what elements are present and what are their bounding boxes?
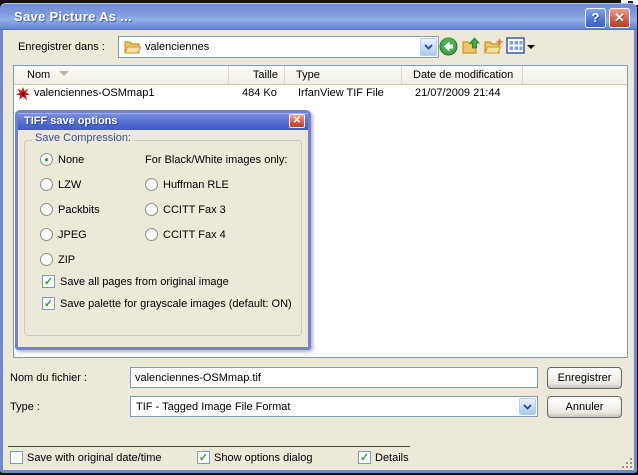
filename-label: Nom du fichier : xyxy=(10,372,87,384)
screen: Save Picture As ... ? ✕ Enregistrer dans… xyxy=(0,0,638,475)
tiff-options-dialog: TIFF save options ✕ Save Compression: ● … xyxy=(15,110,311,350)
new-folder-button[interactable] xyxy=(484,37,504,57)
view-menu-arrow-icon[interactable] xyxy=(527,45,535,49)
radio-lzw-label: LZW xyxy=(58,179,81,191)
radio-ccitt-fax3[interactable] xyxy=(145,203,158,216)
file-list-header: Nom Taille Type Date de modification xyxy=(14,66,627,85)
checkbox-details-label: Details xyxy=(375,452,409,464)
chevron-down-icon xyxy=(424,44,433,50)
filename-input[interactable] xyxy=(130,367,538,388)
file-type-cell: IrfanView TIF File xyxy=(285,85,402,103)
chevron-down-icon xyxy=(523,404,532,410)
table-row[interactable]: valenciennes-OSMmap1 484 Ko IrfanView TI… xyxy=(14,85,627,103)
cancel-button[interactable]: Annuler xyxy=(547,396,622,418)
footer-divider xyxy=(8,446,410,447)
radio-packbits-label: Packbits xyxy=(58,204,100,216)
save-button[interactable]: Enregistrer xyxy=(547,367,622,389)
save-in-value: valenciennes xyxy=(145,41,209,53)
back-button[interactable] xyxy=(439,37,459,57)
file-modified-cell: 21/07/2009 21:44 xyxy=(402,85,523,103)
help-button[interactable]: ? xyxy=(585,8,606,28)
titlebar[interactable]: Save Picture As ... ? ✕ xyxy=(0,3,637,30)
view-menu-button[interactable] xyxy=(506,37,526,57)
radio-ccitt-fax4[interactable] xyxy=(145,228,158,241)
checkbox-save-all-pages-label: Save all pages from original image xyxy=(60,276,229,288)
column-header-name[interactable]: Nom xyxy=(14,66,229,84)
up-one-level-button[interactable] xyxy=(462,37,482,57)
checkbox-show-options-dialog[interactable]: ✓ xyxy=(197,451,210,464)
resize-grip-icon xyxy=(620,456,634,470)
radio-none-label: None xyxy=(58,154,84,166)
save-picture-window: Save Picture As ... ? ✕ Enregistrer dans… xyxy=(0,4,637,473)
checkbox-show-options-dialog-label: Show options dialog xyxy=(214,452,312,464)
radio-none[interactable]: ● xyxy=(40,153,53,166)
bw-images-note: For Black/White images only: xyxy=(145,154,287,166)
column-header-type[interactable]: Type xyxy=(285,66,402,84)
radio-huffman-rle-label: Huffman RLE xyxy=(163,179,229,191)
save-in-combobox[interactable]: valenciennes xyxy=(118,36,439,58)
radio-jpeg-label: JPEG xyxy=(58,229,87,241)
checkbox-save-all-pages[interactable]: ✓ xyxy=(42,275,55,288)
window-title: Save Picture As ... xyxy=(14,9,132,24)
file-name: valenciennes-OSMmap1 xyxy=(34,87,154,99)
tiff-dialog-titlebar[interactable]: TIFF save options xyxy=(18,113,308,130)
folder-up-icon xyxy=(462,37,481,56)
radio-zip-label: ZIP xyxy=(58,254,75,266)
radio-ccitt-fax4-label: CCITT Fax 4 xyxy=(163,229,226,241)
column-header-name-label: Nom xyxy=(27,69,50,81)
view-menu-icon xyxy=(506,37,525,54)
save-compression-label: Save Compression: xyxy=(32,132,134,144)
file-name-cell: valenciennes-OSMmap1 xyxy=(14,85,229,103)
checkbox-save-palette[interactable]: ✓ xyxy=(42,297,55,310)
checkbox-details[interactable]: ✓ xyxy=(358,451,371,464)
radio-jpeg[interactable] xyxy=(40,228,53,241)
back-icon xyxy=(439,37,458,56)
tiff-dialog-title: TIFF save options xyxy=(24,115,118,127)
radio-huffman-rle[interactable] xyxy=(145,178,158,191)
filetype-value: TIF - Tagged Image File Format xyxy=(136,401,290,413)
save-in-dropdown-button[interactable] xyxy=(420,38,437,56)
new-folder-icon xyxy=(484,37,504,56)
file-size-cell: 484 Ko xyxy=(229,85,285,103)
folder-icon xyxy=(124,40,141,58)
column-header-filler xyxy=(523,66,627,84)
resize-grip[interactable] xyxy=(620,456,634,473)
checkbox-original-datetime[interactable] xyxy=(10,451,23,464)
filetype-combobox[interactable]: TIF - Tagged Image File Format xyxy=(130,396,538,417)
radio-ccitt-fax3-label: CCITT Fax 3 xyxy=(163,204,226,216)
column-header-modified[interactable]: Date de modification xyxy=(402,66,523,84)
filetype-dropdown-button[interactable] xyxy=(519,398,536,415)
radio-zip[interactable] xyxy=(40,253,53,266)
checkbox-original-datetime-label: Save with original date/time xyxy=(27,452,162,464)
save-in-label: Enregistrer dans : xyxy=(18,41,105,53)
irfanview-file-icon xyxy=(16,87,30,103)
tiff-dialog-close-button[interactable]: ✕ xyxy=(289,114,305,128)
radio-lzw[interactable] xyxy=(40,178,53,191)
file-row-filler xyxy=(523,85,627,103)
checkbox-save-palette-label: Save palette for grayscale images (defau… xyxy=(60,298,292,310)
radio-packbits[interactable] xyxy=(40,203,53,216)
filetype-label: Type : xyxy=(10,401,40,413)
close-button[interactable]: ✕ xyxy=(609,8,630,28)
sort-desc-icon xyxy=(59,71,69,76)
column-header-size[interactable]: Taille xyxy=(229,66,285,84)
